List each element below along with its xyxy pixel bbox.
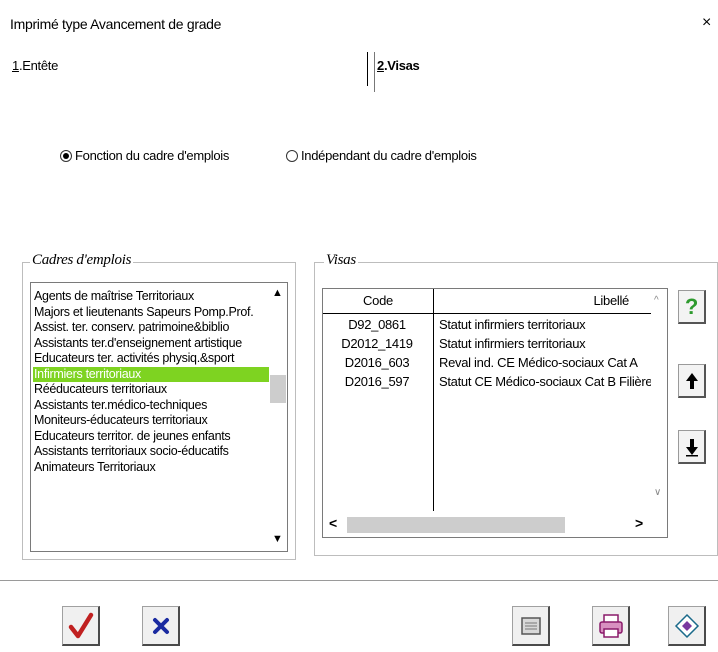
table-header-divider xyxy=(323,313,651,314)
table-scroll-up-icon[interactable]: ^ xyxy=(654,295,659,306)
cadres-list-item[interactable]: Infirmiers territoriaux xyxy=(33,366,269,382)
radio-fonction-cadre[interactable]: Fonction du cadre d'emplois xyxy=(60,148,229,163)
scroll-right-icon[interactable]: > xyxy=(635,515,643,531)
export-button[interactable] xyxy=(668,606,706,646)
visas-group-label: Visas xyxy=(324,252,358,269)
column-header-code[interactable]: Code xyxy=(323,293,433,308)
scroll-up-icon[interactable]: ▲ xyxy=(272,287,283,299)
cadres-list-item[interactable]: Moniteurs-éducateurs territoriaux xyxy=(33,413,269,429)
scroll-down-icon[interactable]: ▼ xyxy=(272,533,283,545)
radio-fonction-cadre-dot[interactable] xyxy=(60,149,72,162)
cadres-list-item[interactable]: Majors et lieutenants Sapeurs Pomp.Prof. xyxy=(33,305,269,321)
window-title: Imprimé type Avancement de grade xyxy=(10,16,222,32)
cadres-list-item[interactable]: Assist. ter. conserv. patrimoine&biblio xyxy=(33,320,269,336)
tab-visas[interactable]: 2.Visas xyxy=(374,52,718,92)
preview-icon xyxy=(520,616,541,635)
cadres-list-item[interactable]: Animateurs Territoriaux xyxy=(33,460,269,476)
cell-code: D2016_597 xyxy=(344,374,410,389)
close-button[interactable]: × xyxy=(702,14,716,32)
visas-hscroll-thumb[interactable] xyxy=(347,517,565,533)
move-down-button[interactable] xyxy=(678,430,706,464)
preview-button[interactable] xyxy=(512,606,550,646)
cell-code: D2016_603 xyxy=(344,355,410,370)
print-button[interactable] xyxy=(592,606,630,646)
table-row[interactable]: D2012_1419 Statut infirmiers territoriaux xyxy=(323,336,651,352)
radio-fonction-cadre-label: Fonction du cadre d'emplois xyxy=(75,148,230,163)
cadres-list-item[interactable]: Assistants territoriaux socio-éducatifs xyxy=(33,444,269,460)
tab-entete-number: 1 xyxy=(12,58,19,73)
validate-button[interactable] xyxy=(62,606,100,646)
cell-libelle: Reval ind. CE Médico-sociaux Cat A xyxy=(439,355,638,370)
cadres-list-items: Agents de maîtrise Territoriaux Majors et… xyxy=(33,289,269,475)
printer-icon xyxy=(598,613,623,638)
cadres-list-item[interactable]: Agents de maîtrise Territoriaux xyxy=(33,289,269,305)
cadres-vertical-scrollbar[interactable]: ▲ ▼ xyxy=(269,283,287,551)
cell-code: D92_0861 xyxy=(348,317,406,332)
export-icon xyxy=(674,613,699,638)
cadres-list-item[interactable]: Educateurs ter. activités physiq.&sport xyxy=(33,351,269,367)
table-scroll-down-icon[interactable]: ∨ xyxy=(654,487,661,498)
cadres-group-label: Cadres d'emplois xyxy=(30,252,134,269)
cadres-list-item[interactable]: Assistants ter.médico-techniques xyxy=(33,398,269,414)
help-button[interactable]: ? xyxy=(678,290,706,324)
move-up-button[interactable] xyxy=(678,364,706,398)
cadres-list-item[interactable]: Educateurs territor. de jeunes enfants xyxy=(33,429,269,445)
footer-divider xyxy=(0,580,718,581)
visas-horizontal-scrollbar[interactable]: < > xyxy=(323,513,651,535)
tab-visas-number: 2 xyxy=(377,58,384,73)
visas-table[interactable]: Code Libellé D92_0861 Statut infirmiers t… xyxy=(322,288,668,538)
cell-libelle: Statut CE Médico-sociaux Cat B Filière xyxy=(439,374,651,389)
table-row[interactable]: D92_0861 Statut infirmiers territoriaux xyxy=(323,317,651,333)
arrow-down-icon xyxy=(685,438,698,456)
radio-independant-cadre[interactable]: Indépendant du cadre d'emplois xyxy=(286,148,477,163)
checkmark-icon xyxy=(68,612,93,638)
cadres-list-item[interactable]: Assistants ter.d'enseignement artistique xyxy=(33,336,269,352)
cancel-x-icon xyxy=(152,617,169,634)
column-header-libelle[interactable]: Libellé xyxy=(439,293,630,308)
arrow-up-icon xyxy=(685,372,698,389)
help-icon: ? xyxy=(684,293,699,319)
cancel-button[interactable] xyxy=(142,606,180,646)
radio-independant-cadre-label: Indépendant du cadre d'emplois xyxy=(301,148,477,163)
tab-entete-label: .Entête xyxy=(18,58,59,73)
scroll-left-icon[interactable]: < xyxy=(329,515,337,531)
cell-code: D2012_1419 xyxy=(341,336,413,351)
tab-visas-label: .Visas xyxy=(383,58,420,73)
tab-entete[interactable]: 1.Entête xyxy=(8,52,368,86)
cell-libelle: Statut infirmiers territoriaux xyxy=(439,317,586,332)
cell-libelle: Statut infirmiers territoriaux xyxy=(439,336,586,351)
radio-independant-cadre-dot[interactable] xyxy=(286,149,298,162)
visas-vertical-scrollbar[interactable]: ^ ∨ xyxy=(651,289,667,511)
cadres-list-item[interactable]: Rééducateurs territoriaux xyxy=(33,382,269,398)
table-row[interactable]: D2016_597 Statut CE Médico-sociaux Cat B … xyxy=(323,374,651,390)
table-row[interactable]: D2016_603 Reval ind. CE Médico-sociaux Ca… xyxy=(323,355,651,371)
cadres-scroll-thumb[interactable] xyxy=(270,375,286,403)
cadres-list[interactable]: Agents de maîtrise Territoriaux Majors et… xyxy=(30,282,288,552)
